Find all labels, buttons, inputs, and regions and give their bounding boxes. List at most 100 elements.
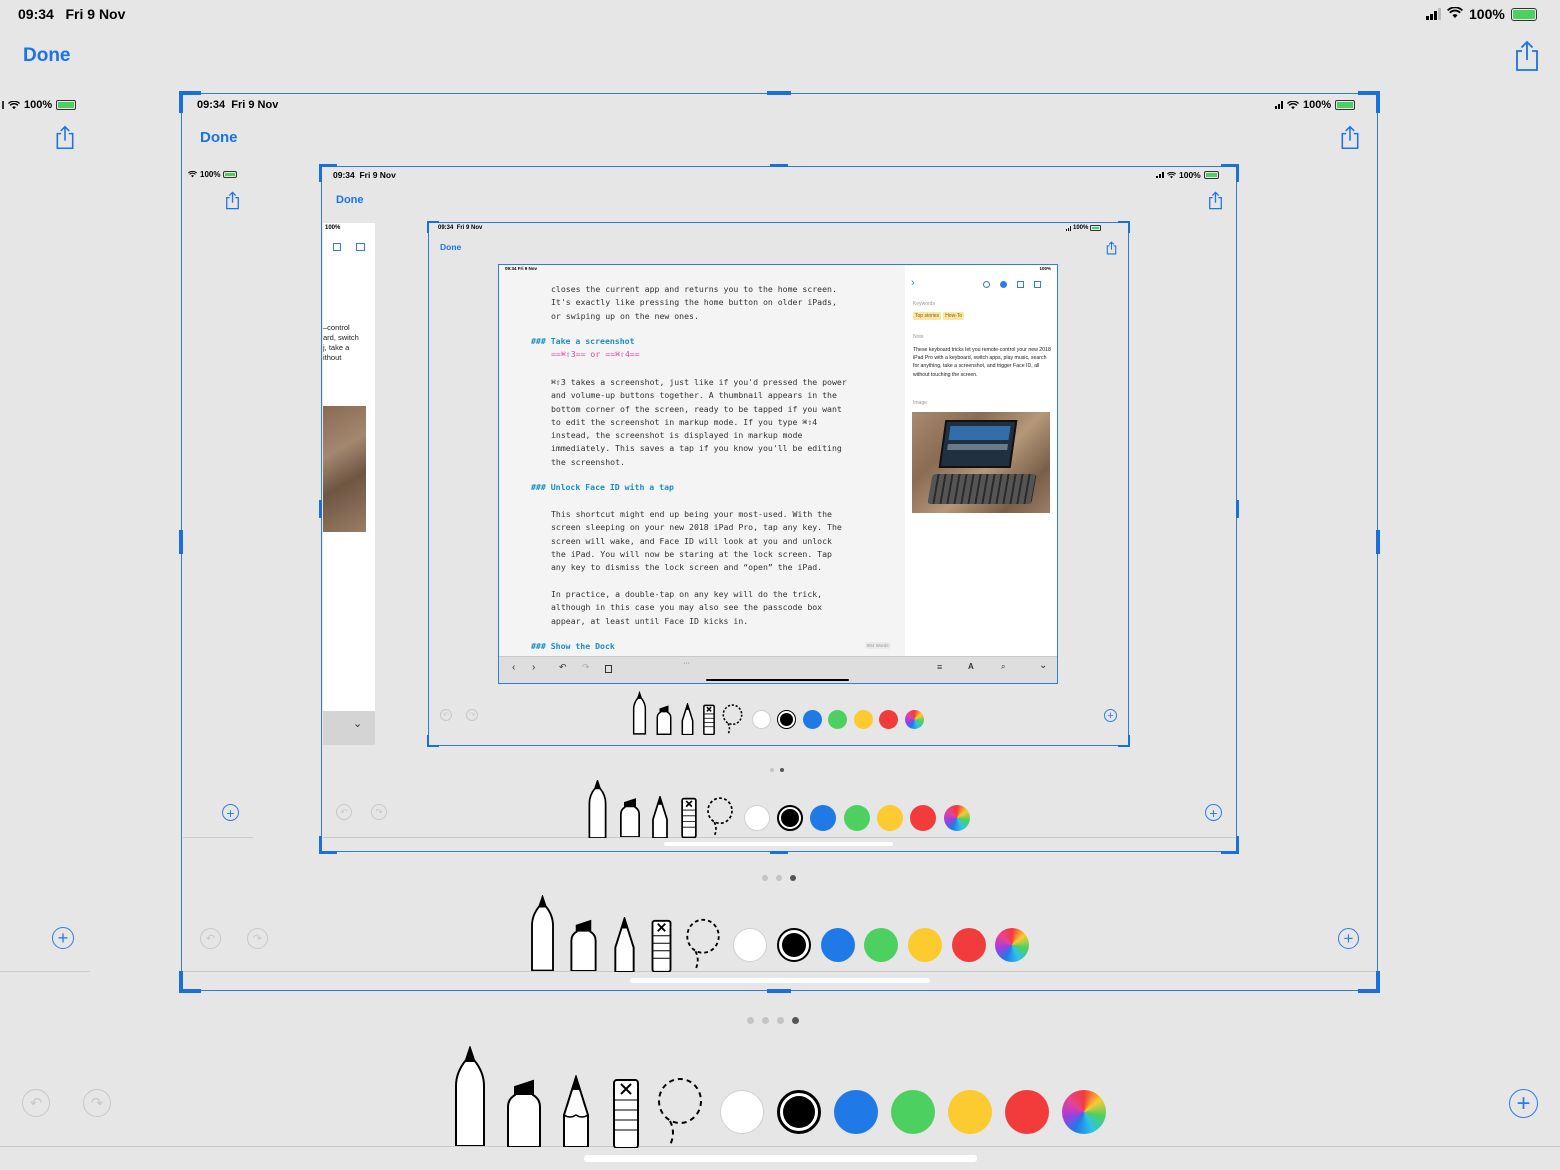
share-icon[interactable]	[225, 191, 240, 210]
undo-button[interactable]: ↶	[336, 804, 352, 820]
add-button[interactable]: +	[1338, 928, 1359, 949]
crop-handle[interactable]	[1221, 836, 1239, 854]
add-button[interactable]: +	[52, 927, 74, 949]
color-red[interactable]	[879, 710, 898, 729]
crop-handle[interactable]	[1221, 164, 1239, 182]
color-blue[interactable]	[821, 928, 855, 962]
lasso-icon[interactable]	[706, 797, 734, 837]
marker-icon[interactable]	[569, 918, 598, 971]
redo-button[interactable]: ↷	[371, 804, 387, 820]
pencil-icon[interactable]	[613, 917, 636, 972]
color-blue[interactable]	[810, 805, 836, 831]
color-blue[interactable]	[834, 1090, 878, 1134]
editor-pane[interactable]: 09:34 Fri 9 Nov closes the current app a…	[499, 265, 905, 656]
color-yellow[interactable]	[877, 805, 903, 831]
crop-handle[interactable]	[1118, 735, 1130, 747]
search-icon[interactable]: ⌕	[1001, 662, 1005, 672]
color-red[interactable]	[952, 928, 986, 962]
image-icon[interactable]	[1034, 281, 1041, 288]
lasso-icon[interactable]	[685, 918, 721, 971]
color-green[interactable]	[828, 710, 847, 729]
eraser-icon[interactable]	[703, 704, 715, 735]
share-icon[interactable]	[55, 125, 75, 150]
redo-button[interactable]: ↷	[83, 1089, 111, 1117]
lasso-icon[interactable]	[722, 704, 743, 735]
info-icon[interactable]	[1000, 281, 1007, 288]
crop-handle[interactable]	[427, 735, 439, 747]
color-yellow[interactable]	[908, 928, 942, 962]
color-red[interactable]	[910, 805, 936, 831]
marker-icon[interactable]	[656, 704, 672, 735]
color-white[interactable]	[733, 928, 767, 962]
chevron-left-icon[interactable]: ‹	[512, 662, 515, 673]
eraser-icon[interactable]	[651, 919, 672, 972]
chevron-right-icon[interactable]: ›	[532, 662, 535, 673]
marker-icon[interactable]	[619, 797, 641, 837]
color-white[interactable]	[744, 805, 770, 831]
crop-handle[interactable]	[1358, 91, 1380, 113]
undo-icon[interactable]	[983, 281, 990, 288]
share-icon[interactable]	[1106, 241, 1117, 255]
color-picker-wheel[interactable]	[995, 928, 1029, 962]
pen-icon[interactable]	[529, 895, 556, 971]
color-red[interactable]	[1005, 1090, 1049, 1134]
color-picker-wheel[interactable]	[944, 805, 970, 831]
keyword-tag[interactable]: Top stories	[913, 312, 942, 320]
lasso-icon[interactable]	[656, 1077, 704, 1147]
redo-button[interactable]: ↷	[247, 928, 268, 949]
eraser-icon[interactable]	[612, 1078, 640, 1148]
clipboard-icon[interactable]	[605, 665, 612, 673]
add-button[interactable]: +	[1205, 804, 1222, 821]
color-blue[interactable]	[803, 710, 822, 729]
color-white[interactable]	[752, 710, 771, 729]
color-black-selected[interactable]	[777, 928, 811, 962]
add-button[interactable]: +	[222, 804, 239, 821]
done-button[interactable]: Done	[440, 242, 461, 252]
more-icon[interactable]: ···	[683, 660, 690, 667]
color-picker-wheel[interactable]	[1062, 1090, 1106, 1134]
color-yellow[interactable]	[948, 1090, 992, 1134]
marker-icon[interactable]	[505, 1077, 543, 1147]
sidebar-icon[interactable]	[1017, 281, 1024, 288]
chevron-right-icon[interactable]: ›	[911, 277, 915, 289]
add-button[interactable]: +	[1104, 709, 1117, 722]
color-green[interactable]	[891, 1090, 935, 1134]
color-green[interactable]	[864, 928, 898, 962]
pen-icon[interactable]	[452, 1046, 488, 1146]
keyword-tag[interactable]: How-To	[943, 312, 965, 320]
chevron-down-icon[interactable]: ⌄	[353, 717, 362, 730]
chevron-down-icon[interactable]: ⌄	[1039, 660, 1047, 671]
color-yellow[interactable]	[854, 710, 873, 729]
color-green[interactable]	[844, 805, 870, 831]
share-icon[interactable]	[1514, 40, 1540, 72]
color-black-selected[interactable]	[777, 805, 803, 831]
crop-handle[interactable]	[1118, 221, 1130, 233]
undo-button[interactable]: ↶	[200, 928, 221, 949]
pen-icon[interactable]	[587, 780, 608, 838]
font-icon[interactable]: A	[968, 662, 974, 671]
redo-button[interactable]: ↷	[466, 709, 478, 721]
redo-icon[interactable]: ↷	[582, 662, 590, 673]
done-button[interactable]: Done	[200, 129, 238, 146]
crop-handle[interactable]	[1358, 971, 1380, 993]
color-black-selected[interactable]	[777, 1090, 821, 1134]
crop-handle[interactable]	[319, 836, 337, 854]
crop-handle[interactable]	[179, 971, 201, 993]
share-icon[interactable]	[1340, 125, 1360, 150]
undo-button[interactable]: ↶	[440, 709, 452, 721]
undo-button[interactable]: ↶	[22, 1089, 50, 1117]
undo-icon[interactable]: ↶	[559, 662, 567, 673]
list-icon[interactable]: ≡	[937, 662, 942, 672]
pencil-icon[interactable]	[651, 796, 669, 838]
done-button[interactable]: Done	[23, 45, 71, 67]
color-white[interactable]	[720, 1090, 764, 1134]
pencil-icon[interactable]	[561, 1075, 591, 1147]
eraser-icon[interactable]	[681, 797, 697, 838]
color-black-selected[interactable]	[777, 710, 796, 729]
add-button[interactable]: +	[1509, 1089, 1538, 1118]
share-icon[interactable]	[1208, 191, 1223, 210]
done-button[interactable]: Done	[336, 194, 364, 206]
pencil-icon[interactable]	[681, 703, 694, 735]
pen-icon[interactable]	[632, 691, 647, 735]
color-picker-wheel[interactable]	[905, 710, 924, 729]
